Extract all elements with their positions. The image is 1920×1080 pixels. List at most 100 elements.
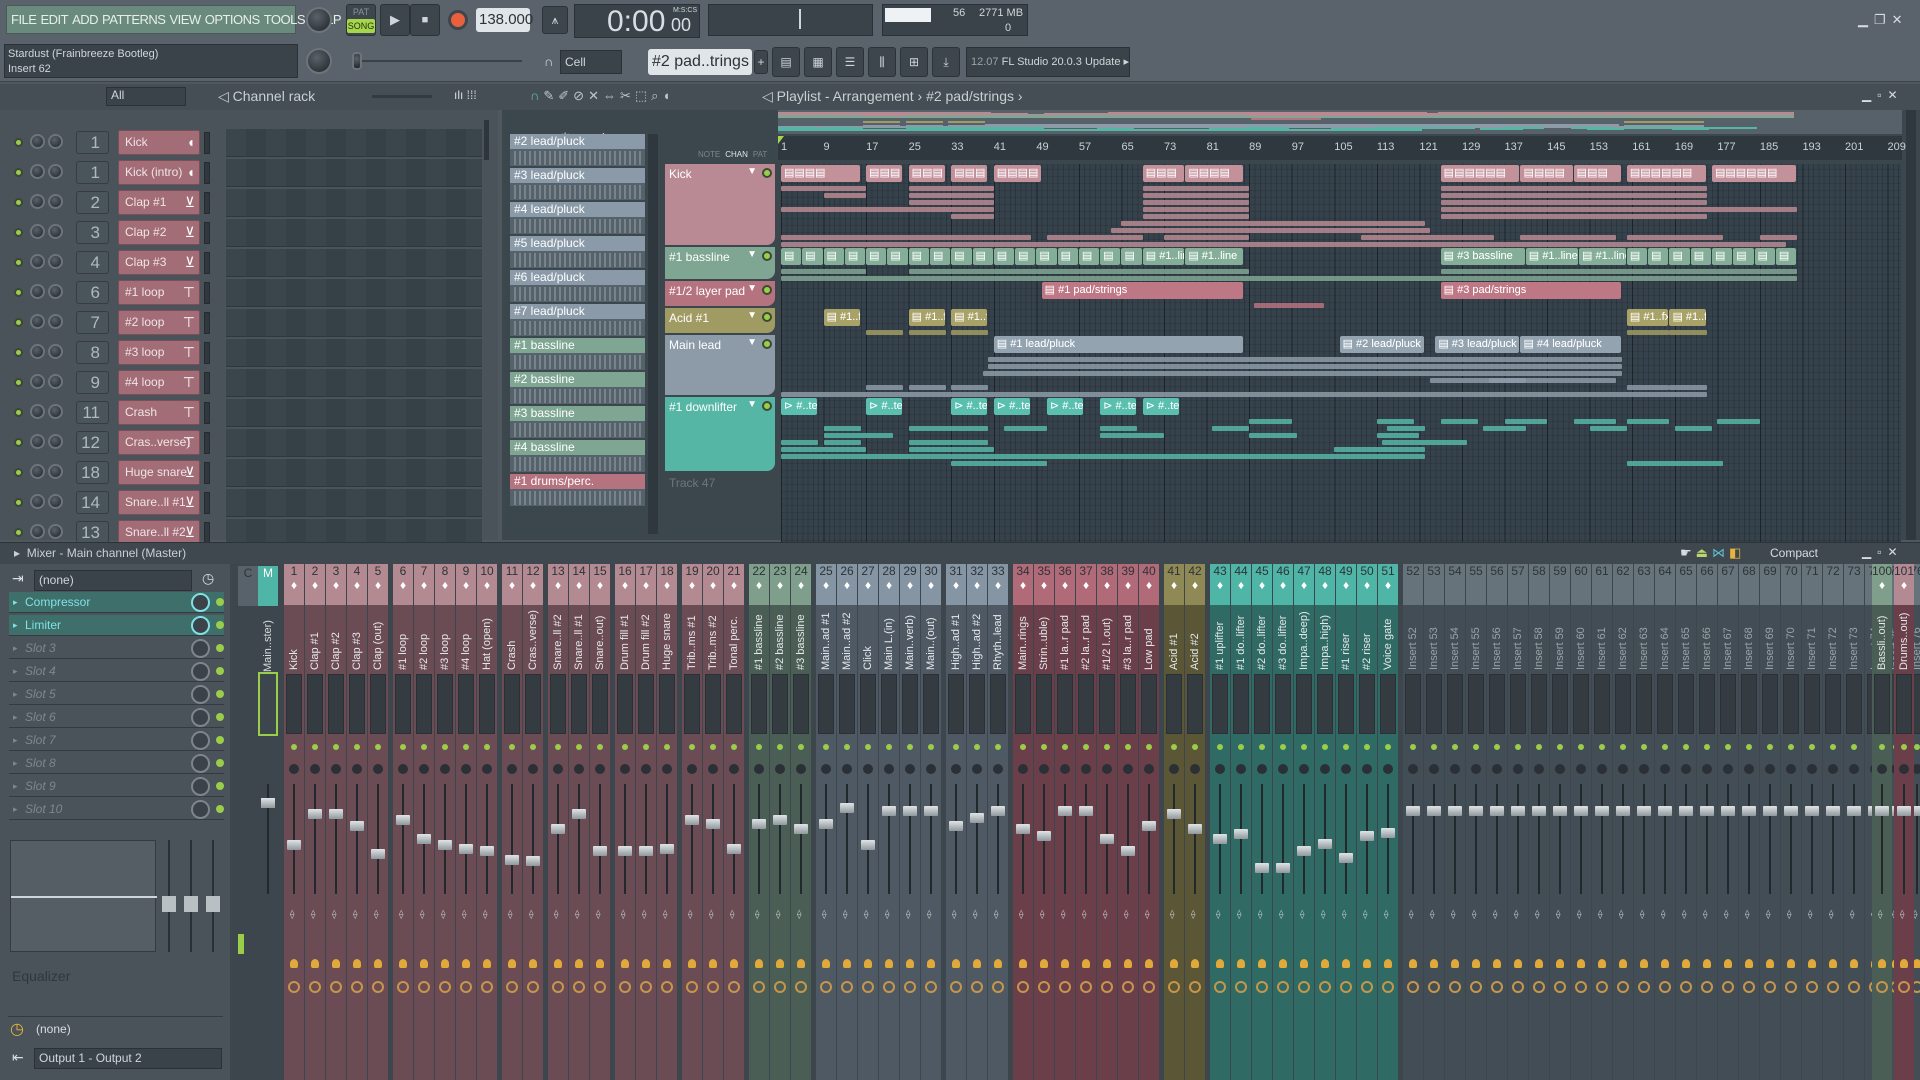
mixer-strip[interactable]: 30 ♦ Main..(out) ⟠ — [921, 564, 941, 1080]
strip-enable-led[interactable] — [1536, 744, 1542, 750]
strip-route-box[interactable] — [1078, 674, 1094, 734]
strip-enable-led[interactable] — [484, 744, 490, 750]
channel-steps[interactable] — [226, 459, 482, 487]
strip-route-box[interactable] — [1380, 674, 1396, 734]
expand-icon[interactable]: ▸ — [13, 638, 18, 659]
strip-fader[interactable] — [1700, 806, 1714, 816]
strip-pan-icon[interactable]: ⟠ — [709, 909, 713, 920]
strip-route-box[interactable] — [948, 674, 964, 734]
expand-icon[interactable]: ▸ — [13, 592, 18, 613]
strip-pan-icon[interactable]: ⟠ — [927, 909, 931, 920]
channel-mixer-track[interactable]: 3 — [76, 221, 109, 244]
strip-enable-led[interactable] — [463, 744, 469, 750]
strip-stereo-knob[interactable] — [1362, 764, 1372, 774]
playlist-lane-clip[interactable] — [1142, 193, 1250, 198]
strip-route-box[interactable] — [286, 674, 302, 734]
playlist-lane-clip[interactable] — [951, 461, 1047, 466]
channel-steps[interactable] — [226, 339, 482, 367]
strip-fader[interactable] — [1784, 806, 1798, 816]
playlist-lane-clip[interactable] — [1589, 426, 1627, 431]
strip-pan-icon[interactable]: ⟠ — [1451, 909, 1455, 920]
strip-send-knob[interactable] — [1080, 981, 1092, 993]
track-dropdown-icon[interactable]: ▼ — [747, 337, 757, 348]
strip-route-box[interactable] — [1468, 674, 1484, 734]
strip-route-box[interactable] — [1447, 674, 1463, 734]
strip-enable-led[interactable] — [1830, 744, 1836, 750]
playlist-lane-clip[interactable] — [1100, 433, 1165, 438]
strip-fader[interactable] — [1167, 809, 1181, 819]
strip-fader[interactable] — [1016, 824, 1030, 834]
playlist-lane-clip[interactable] — [781, 242, 1787, 247]
strip-route-box[interactable] — [571, 674, 587, 734]
strip-send-icon[interactable] — [1258, 959, 1266, 968]
strip-send-icon[interactable] — [420, 959, 428, 968]
strip-stereo-knob[interactable] — [708, 764, 718, 774]
strip-enable-led[interactable] — [1217, 744, 1223, 750]
effect-slot[interactable]: ▸ Slot 5 — [9, 684, 224, 705]
strip-enable-led[interactable] — [1557, 744, 1563, 750]
mixer-strip[interactable]: 47 ♦ Impa..deep) ⟠ — [1294, 564, 1314, 1080]
strip-pan-icon[interactable]: ⟠ — [1300, 909, 1304, 920]
strip-fader[interactable] — [1742, 806, 1756, 816]
playlist-lane-clip[interactable] — [908, 426, 989, 431]
strip-send-knob[interactable] — [795, 981, 807, 993]
playlist-clip[interactable]: ▤ — [823, 248, 844, 265]
strip-enable-led[interactable] — [1704, 744, 1710, 750]
pattern-select[interactable]: #2 pad..trings — [648, 49, 752, 75]
mixer-strip[interactable]: 100 ♦ Bassli..out) ⟠ — [1872, 564, 1892, 1080]
strip-enable-led[interactable] — [375, 744, 381, 750]
strip-enable-led[interactable] — [1452, 744, 1458, 750]
strip-enable-led[interactable] — [731, 744, 737, 750]
strip-send-knob[interactable] — [439, 981, 451, 993]
strip-pan-icon[interactable]: ⟠ — [642, 909, 646, 920]
strip-stereo-knob[interactable] — [842, 764, 852, 774]
strip-send-icon[interactable] — [1363, 959, 1371, 968]
song-position-slider[interactable] — [352, 52, 522, 70]
playlist-lane-clip[interactable] — [1440, 207, 1798, 212]
strip-route-box[interactable] — [550, 674, 566, 734]
mixer-strip[interactable]: 71 Insert 71 ⟠ — [1802, 564, 1822, 1080]
strip-fader[interactable] — [438, 840, 452, 850]
channel-mute-led[interactable] — [14, 378, 23, 387]
slot-enable-led[interactable] — [216, 782, 224, 790]
strip-send-icon[interactable] — [621, 959, 629, 968]
channel-volume-knob[interactable] — [30, 164, 45, 179]
playlist-lane-clip[interactable] — [908, 200, 994, 205]
strip-send-icon[interactable] — [1640, 959, 1648, 968]
strip-pan-icon[interactable]: ⟠ — [973, 909, 977, 920]
strip-stereo-knob[interactable] — [574, 764, 584, 774]
strip-route-box[interactable] — [1233, 674, 1249, 734]
strip-fader[interactable] — [505, 855, 519, 865]
playlist-lane-clip[interactable] — [1376, 433, 1420, 438]
channel-volume-knob[interactable] — [30, 224, 45, 239]
strip-route-box[interactable] — [1426, 674, 1442, 734]
strip-stereo-knob[interactable] — [729, 764, 739, 774]
effect-slot[interactable]: ▸ Slot 3 — [9, 638, 224, 659]
playlist-clip[interactable]: ▤▤▤ — [1573, 165, 1621, 182]
playlist-clip[interactable]: ▤ — [972, 248, 993, 265]
strip-pan-icon[interactable]: ⟠ — [1321, 909, 1325, 920]
news-panel[interactable]: 12.07 FL Studio 20.0.3 Update ▸ — [966, 47, 1130, 77]
eq-mid-fader[interactable] — [184, 896, 198, 912]
strip-send-knob[interactable] — [1806, 981, 1818, 993]
strip-send-knob[interactable] — [686, 981, 698, 993]
strip-send-icon[interactable] — [1913, 959, 1920, 968]
track-header[interactable]: #1 bassline ▼ — [665, 247, 775, 279]
strip-pan-icon[interactable]: ⟠ — [663, 909, 667, 920]
playlist-lane-clip[interactable] — [1249, 433, 1298, 438]
playlist-clip[interactable]: ▤ — [1036, 248, 1057, 265]
channel-steps[interactable] — [226, 249, 482, 277]
slot-mix-knob[interactable] — [191, 639, 210, 658]
strip-send-knob[interactable] — [506, 981, 518, 993]
strip-route-box[interactable] — [1036, 674, 1052, 734]
time-selector[interactable]: (none) — [36, 1022, 71, 1036]
strip-route-box[interactable] — [437, 674, 453, 734]
strip-pan-icon[interactable]: ⟠ — [1766, 909, 1770, 920]
channel-pan-knob[interactable] — [48, 254, 63, 269]
channel-steps[interactable] — [226, 279, 482, 307]
playlist-clip[interactable]: ▤ #1..fx — [1669, 309, 1706, 326]
strip-route-box[interactable] — [1141, 674, 1157, 734]
mixer-strip[interactable]: 46 ♦ #3 do..lifter ⟠ — [1273, 564, 1293, 1080]
channel-mute-led[interactable] — [14, 468, 23, 477]
strip-route-box[interactable] — [751, 674, 767, 734]
